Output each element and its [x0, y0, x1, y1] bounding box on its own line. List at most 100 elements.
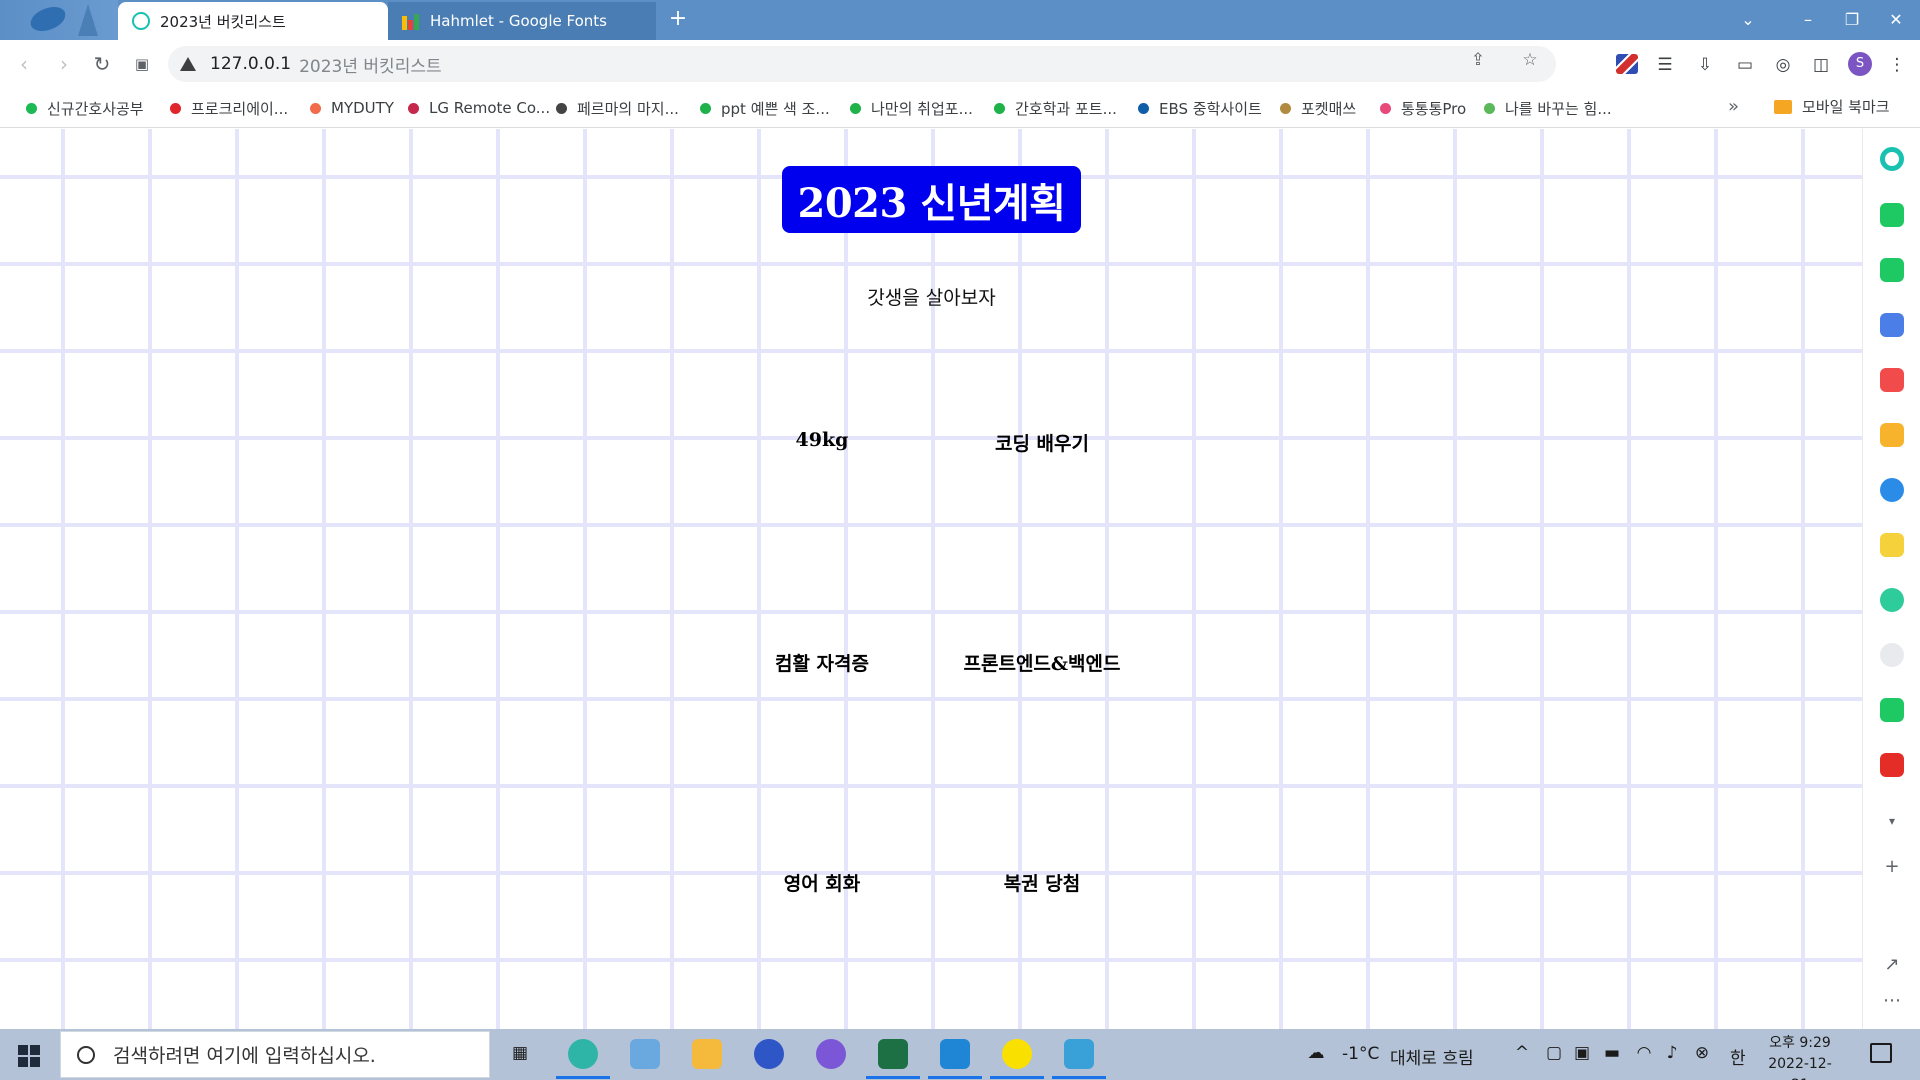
notion-extension-icon[interactable]: ▣	[128, 50, 156, 78]
profile-avatar[interactable]: S	[1848, 52, 1872, 76]
folder-label: 모바일 북마크	[1802, 98, 1890, 116]
tower-icon	[78, 4, 98, 36]
external-link-icon[interactable]: ↗	[1880, 953, 1904, 977]
bookmark-label: 신규간호사공부	[47, 99, 144, 118]
bookmark-item[interactable]: ppt 예쁜 색 조...	[700, 98, 830, 118]
bookmark-favicon-icon	[26, 102, 37, 114]
goal-item: 컴활 자격증	[774, 653, 869, 675]
character-icon[interactable]	[1880, 643, 1904, 667]
page-subtitle: 갓생을 살아보자	[867, 287, 996, 309]
forward-button[interactable]: ›	[50, 50, 78, 78]
taskbar-search-box[interactable]: 검색하려면 여기에 입력하십시오.	[60, 1031, 490, 1078]
screenshot-icon[interactable]: ◎	[1772, 54, 1794, 76]
battery-icon[interactable]: ▬	[1602, 1043, 1622, 1063]
search-icon	[77, 1045, 95, 1064]
goal-item: 코딩 배우기	[994, 433, 1089, 455]
bookmarks-bar: 신규간호사공부 프로크리에이... MYDUTY LG Remote Co...…	[0, 88, 1920, 128]
volume-icon[interactable]: ♪	[1662, 1043, 1682, 1063]
translate-icon[interactable]	[1880, 478, 1904, 502]
play-icon[interactable]	[1880, 588, 1904, 612]
weather-cloud-icon[interactable]: ☁	[1306, 1043, 1326, 1063]
wifi-icon[interactable]: ◠	[1634, 1043, 1654, 1063]
heart-icon[interactable]	[1880, 368, 1904, 392]
display-icon[interactable]: ▣	[1572, 1043, 1592, 1063]
reload-button[interactable]: ↻	[88, 50, 116, 78]
youtube-icon[interactable]	[1880, 753, 1904, 777]
webtoon-icon[interactable]	[1880, 698, 1904, 722]
chevron-down-icon[interactable]: ▾	[1880, 809, 1904, 833]
whale-browser-app[interactable]	[556, 1039, 610, 1079]
bookmark-label: 포켓매쓰	[1301, 99, 1357, 118]
bookmark-item[interactable]: 포켓매쓰	[1280, 98, 1356, 118]
start-button[interactable]	[18, 1045, 40, 1067]
notification-bell-icon[interactable]	[1880, 258, 1904, 282]
system-clock[interactable]: 오후 9:29 2022-12-21	[1760, 1033, 1840, 1080]
memo-icon[interactable]	[1880, 533, 1904, 557]
mute-status-icon[interactable]: ⊗	[1692, 1043, 1712, 1063]
file-explorer-app[interactable]	[692, 1039, 722, 1069]
weather-temperature[interactable]: -1°C	[1342, 1044, 1379, 1064]
windows-logo-icon	[18, 1057, 28, 1067]
bookmark-item[interactable]: 페르마의 마지...	[556, 98, 679, 118]
mobile-bookmarks-folder[interactable]: 모바일 북마크	[1774, 96, 1890, 117]
bookmark-favicon-icon	[1484, 102, 1495, 114]
bookmark-item[interactable]: MYDUTY	[310, 98, 394, 118]
minimize-button[interactable]: –	[1794, 6, 1822, 34]
weather-description[interactable]: 대체로 흐림	[1390, 1044, 1474, 1069]
naver-mail-icon[interactable]	[1880, 203, 1904, 227]
not-secure-warning-icon	[180, 57, 196, 71]
restore-button[interactable]: ❐	[1838, 6, 1866, 34]
bookmark-favicon-icon	[408, 102, 419, 114]
tab-google-fonts[interactable]: Hahmlet - Google Fonts	[388, 2, 656, 40]
reading-list-icon[interactable]: ☰	[1654, 54, 1676, 76]
goal-item: 프론트엔드&백엔드	[963, 653, 1121, 675]
tabstrip-wallpaper	[0, 0, 118, 40]
task-view-icon[interactable]: ▦	[510, 1043, 530, 1063]
meet-icon[interactable]: ▢	[1544, 1043, 1564, 1063]
kakaotalk-app[interactable]	[990, 1039, 1044, 1079]
tab-label: Hahmlet - Google Fonts	[430, 12, 607, 30]
uk-flag-icon[interactable]	[1616, 54, 1638, 74]
download-icon[interactable]: ⇩	[1694, 54, 1716, 76]
side-panel-icon[interactable]: ◫	[1810, 54, 1832, 76]
vscode-app[interactable]	[928, 1039, 982, 1079]
bookmark-item[interactable]: 나만의 취업포...	[850, 98, 973, 118]
calendar-icon[interactable]	[1880, 313, 1904, 337]
computer-app[interactable]	[630, 1039, 660, 1069]
more-bookmarks-chevron-icon[interactable]: »	[1728, 96, 1739, 117]
notification-center-icon[interactable]	[1870, 1043, 1892, 1063]
star-icon[interactable]	[1880, 423, 1904, 447]
tray-chevron-up-icon[interactable]: ^	[1512, 1043, 1532, 1063]
clock-date: 2022-12-21	[1768, 1056, 1832, 1080]
whale-icon[interactable]	[1880, 147, 1904, 171]
page-content: 2023 신년계획 갓생을 살아보자 49kg 코딩 배우기 컴활 자격증 프론…	[0, 129, 1862, 1029]
bookmark-favicon-icon	[994, 102, 1005, 114]
bookmark-item[interactable]: 프로크리에이...	[170, 98, 288, 118]
address-bar[interactable]: 127.0.0.1 2023년 버킷리스트	[168, 46, 1556, 82]
share-icon[interactable]: ⇪	[1466, 48, 1490, 72]
arrow-app[interactable]	[816, 1039, 846, 1069]
tab-bucketlist[interactable]: 2023년 버킷리스트	[118, 2, 388, 40]
bookmark-star-icon[interactable]: ☆	[1518, 48, 1542, 72]
menu-kebab-icon[interactable]: ⋮	[1886, 54, 1908, 76]
excel-app[interactable]	[866, 1039, 920, 1079]
back-button[interactable]: ‹	[10, 50, 38, 78]
bookmark-item[interactable]: 간호학과 포트...	[994, 98, 1117, 118]
bookmark-label: LG Remote Co...	[429, 99, 551, 117]
add-icon[interactable]: +	[1880, 855, 1904, 879]
bookmark-label: 간호학과 포트...	[1015, 99, 1117, 118]
new-tab-button[interactable]: +	[666, 8, 690, 32]
ime-indicator[interactable]: 한	[1730, 1044, 1746, 1069]
bookmark-favicon-icon	[1380, 102, 1391, 114]
hangul-app[interactable]	[1052, 1039, 1106, 1079]
bookmark-item[interactable]: 신규간호사공부	[26, 98, 144, 118]
search-app[interactable]	[754, 1039, 784, 1069]
bookmark-item[interactable]: LG Remote Co...	[408, 98, 550, 118]
close-window-button[interactable]: ✕	[1882, 6, 1910, 34]
cast-icon[interactable]: ▭	[1734, 54, 1756, 76]
bookmark-item[interactable]: 나를 바꾸는 힘...	[1484, 98, 1612, 118]
bookmark-item[interactable]: 통통통Pro	[1380, 98, 1466, 118]
more-dots-icon[interactable]: ⋯	[1880, 989, 1904, 1013]
tab-search-chevron-icon[interactable]: ⌄	[1734, 6, 1762, 34]
bookmark-item[interactable]: EBS 중학사이트	[1138, 98, 1262, 118]
